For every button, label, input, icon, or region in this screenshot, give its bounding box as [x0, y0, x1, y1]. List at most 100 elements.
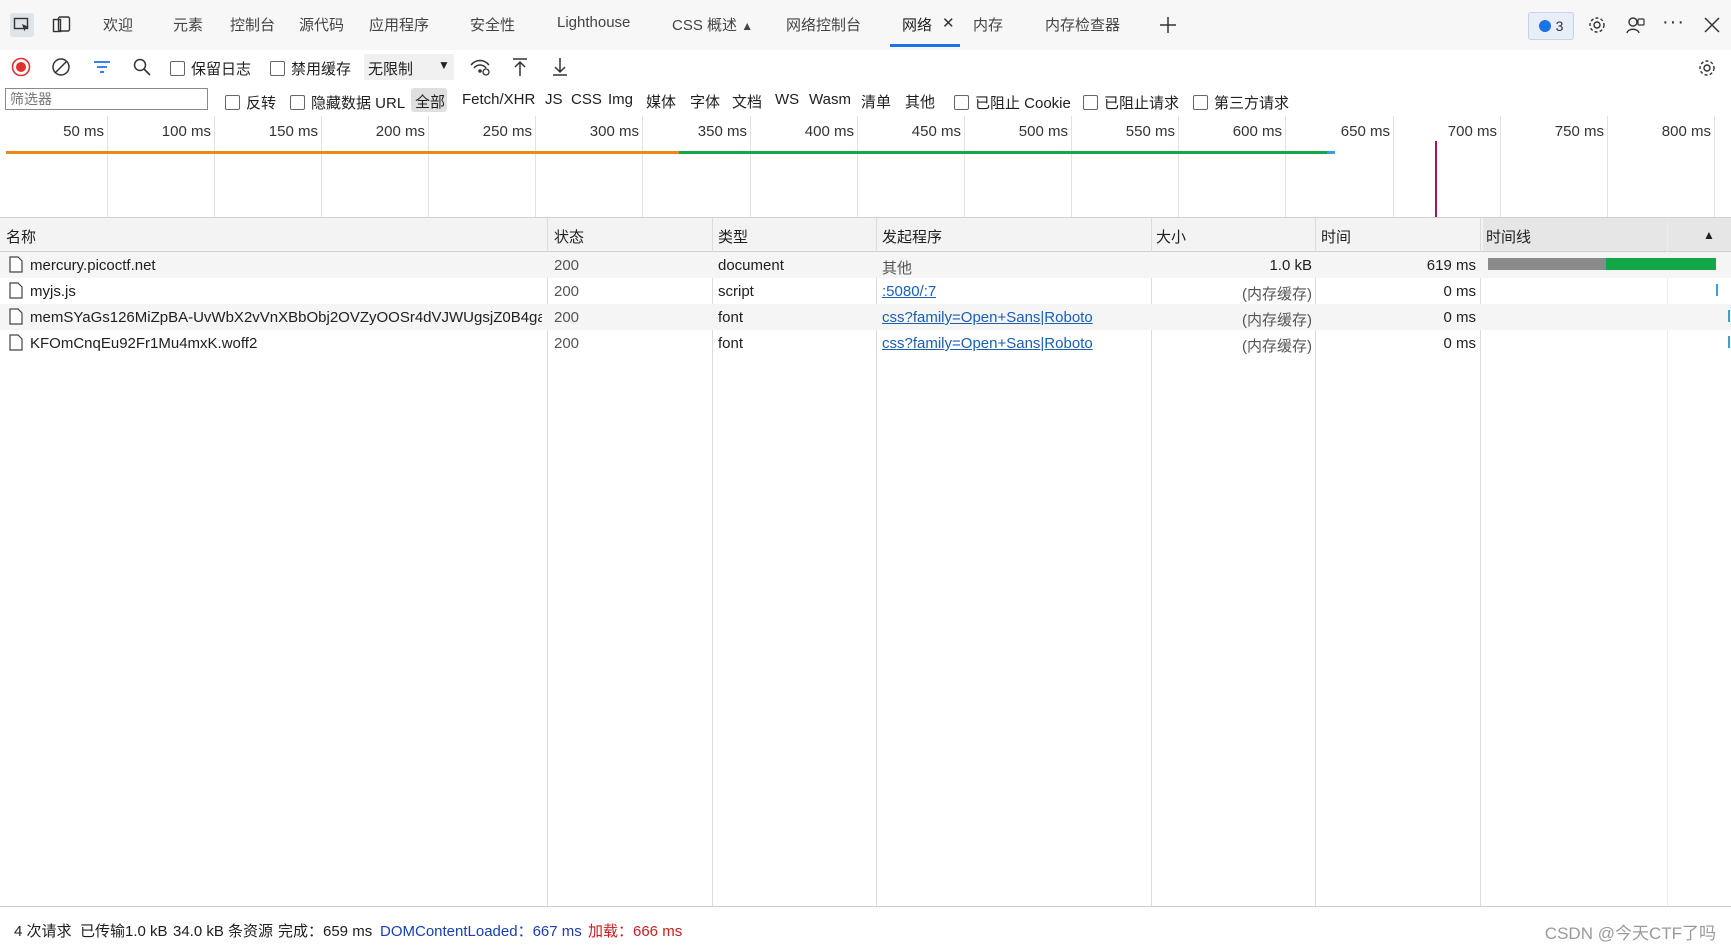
- issues-button[interactable]: 3: [1528, 12, 1574, 40]
- status-resources: 34.0 kB 条资源: [173, 923, 274, 940]
- export-har-icon[interactable]: [549, 56, 571, 78]
- hide-data-urls-box[interactable]: [290, 95, 305, 110]
- column-header-size[interactable]: 大小: [1156, 226, 1186, 247]
- record-stop-icon[interactable]: [10, 56, 32, 78]
- overview-gridline: [1714, 116, 1715, 217]
- column-header-status[interactable]: 状态: [554, 226, 584, 247]
- request-initiator-link[interactable]: css?family=Open+Sans|Roboto: [882, 335, 1093, 352]
- tab-console[interactable]: 控制台: [230, 14, 275, 35]
- third-party-box[interactable]: [1193, 95, 1208, 110]
- overview-gridline: [214, 116, 215, 217]
- request-status: 200: [554, 335, 580, 352]
- tab-sources[interactable]: 源代码: [299, 14, 344, 35]
- filter-type-font[interactable]: 字体: [690, 91, 720, 112]
- overview-timeline[interactable]: 50 ms 100 ms 150 ms 200 ms 250 ms 300 ms…: [0, 116, 1731, 218]
- filter-type-all[interactable]: 全部: [415, 91, 445, 112]
- network-conditions-icon[interactable]: [468, 56, 492, 78]
- disable-cache-box[interactable]: [270, 61, 285, 76]
- preserve-log-checkbox[interactable]: 保留日志: [170, 58, 251, 79]
- request-time: 0 ms: [1443, 309, 1476, 326]
- request-size: (内存缓存): [1242, 312, 1312, 329]
- hide-data-urls-checkbox[interactable]: 隐藏数据 URL: [290, 92, 405, 113]
- third-party-checkbox[interactable]: 第三方请求: [1193, 92, 1289, 113]
- third-party-label: 第三方请求: [1214, 95, 1290, 112]
- blocked-requests-box[interactable]: [1083, 95, 1098, 110]
- close-tab-icon[interactable]: ✕: [942, 14, 955, 32]
- table-row[interactable]: myjs.js 200 script :5080/:7 (内存缓存) 0 ms: [0, 278, 1731, 304]
- filter-type-ws[interactable]: WS: [775, 91, 799, 108]
- throttling-select[interactable]: 无限制 ▼: [364, 54, 454, 80]
- table-row[interactable]: KFOmCnqEu92Fr1Mu4mxK.woff2 200 font css?…: [0, 330, 1731, 356]
- overview-tick-label: 700 ms: [1447, 123, 1497, 140]
- inspect-element-icon[interactable]: [10, 13, 34, 37]
- chevron-down-icon: ▼: [438, 58, 450, 72]
- overview-gridline: [535, 116, 536, 217]
- invert-box[interactable]: [225, 95, 240, 110]
- tab-css-overview[interactable]: CSS 概述 ▲: [672, 14, 753, 35]
- blocked-requests-checkbox[interactable]: 已阻止请求: [1083, 92, 1179, 113]
- filter-type-manifest[interactable]: 清单: [861, 91, 891, 112]
- column-header-waterfall[interactable]: 时间线: [1486, 226, 1531, 247]
- blocked-cookies-box[interactable]: [954, 95, 969, 110]
- request-time: 619 ms: [1426, 257, 1476, 274]
- tab-lighthouse[interactable]: Lighthouse: [557, 14, 630, 31]
- disable-cache-checkbox[interactable]: 禁用缓存: [270, 58, 351, 79]
- filter-type-css[interactable]: CSS: [571, 91, 602, 108]
- network-settings-gear-icon[interactable]: [1695, 56, 1719, 80]
- tab-security[interactable]: 安全性: [470, 14, 515, 35]
- filter-type-doc[interactable]: 文档: [732, 91, 762, 112]
- request-name: memSYaGs126MiZpBA-UvWbX2vVnXBbObj2OVZyOO…: [30, 309, 542, 326]
- import-har-icon[interactable]: [509, 56, 531, 78]
- overview-gridline: [1393, 116, 1394, 217]
- blocked-cookies-checkbox[interactable]: 已阻止 Cookie: [954, 92, 1071, 113]
- overview-gridline: [428, 116, 429, 217]
- column-header-type[interactable]: 类型: [718, 226, 748, 247]
- table-row[interactable]: mercury.picoctf.net 200 document 其他 1.0 …: [0, 252, 1731, 278]
- filter-type-wasm[interactable]: Wasm: [809, 91, 851, 108]
- column-header-name[interactable]: 名称: [6, 226, 36, 247]
- tab-network-console[interactable]: 网络控制台: [786, 14, 861, 35]
- filter-type-other[interactable]: 其他: [905, 91, 935, 112]
- overview-tick-label: 400 ms: [804, 123, 854, 140]
- overview-tick-label: 50 ms: [63, 123, 104, 140]
- status-requests: 4 次请求: [14, 923, 72, 940]
- more-options-icon[interactable]: ···: [1662, 11, 1685, 34]
- overview-tick-label: 450 ms: [911, 123, 961, 140]
- sort-ascending-icon: ▲: [1703, 228, 1715, 242]
- request-table: 名称 状态 类型 发起程序 大小 时间 时间线 ▲ mercury.picoct…: [0, 218, 1731, 906]
- column-header-time[interactable]: 时间: [1321, 226, 1351, 247]
- search-icon[interactable]: [131, 56, 153, 78]
- request-type: font: [718, 335, 744, 352]
- request-initiator-link[interactable]: :5080/:7: [882, 283, 936, 300]
- customize-user-icon[interactable]: [1624, 13, 1648, 37]
- tab-elements[interactable]: 元素: [173, 14, 203, 35]
- clear-icon[interactable]: [50, 56, 72, 78]
- filter-type-img[interactable]: Img: [608, 91, 633, 108]
- tab-network-label: 网络: [902, 17, 933, 34]
- tab-application[interactable]: 应用程序: [369, 14, 429, 35]
- overview-tick-label: 750 ms: [1554, 123, 1604, 140]
- tab-memory-inspector[interactable]: 内存检查器: [1045, 14, 1120, 35]
- status-transferred: 已传输1.0 kB: [80, 923, 168, 940]
- close-devtools-icon[interactable]: [1700, 13, 1724, 37]
- filter-type-media[interactable]: 媒体: [646, 91, 676, 112]
- filter-icon[interactable]: [91, 56, 113, 78]
- column-header-initiator[interactable]: 发起程序: [882, 226, 942, 247]
- filter-type-fetch-xhr[interactable]: Fetch/XHR: [462, 91, 535, 108]
- preserve-log-box[interactable]: [170, 61, 185, 76]
- disable-cache-label: 禁用缓存: [291, 61, 352, 78]
- filter-type-js[interactable]: JS: [545, 91, 563, 108]
- tab-network[interactable]: 网络: [902, 14, 932, 35]
- tab-memory[interactable]: 内存: [973, 14, 1003, 35]
- table-row[interactable]: memSYaGs126MiZpBA-UvWbX2vVnXBbObj2OVZyOO…: [0, 304, 1731, 330]
- add-tab-icon[interactable]: [1156, 13, 1180, 37]
- device-emulation-icon[interactable]: [50, 13, 74, 37]
- tab-welcome[interactable]: 欢迎: [103, 14, 133, 35]
- settings-gear-icon[interactable]: [1585, 13, 1609, 37]
- overview-load-marker: [1435, 141, 1437, 217]
- overview-gridline: [1500, 116, 1501, 217]
- invert-checkbox[interactable]: 反转: [225, 92, 276, 113]
- filter-input[interactable]: [5, 88, 208, 110]
- request-time: 0 ms: [1443, 283, 1476, 300]
- request-initiator-link[interactable]: css?family=Open+Sans|Roboto: [882, 309, 1093, 326]
